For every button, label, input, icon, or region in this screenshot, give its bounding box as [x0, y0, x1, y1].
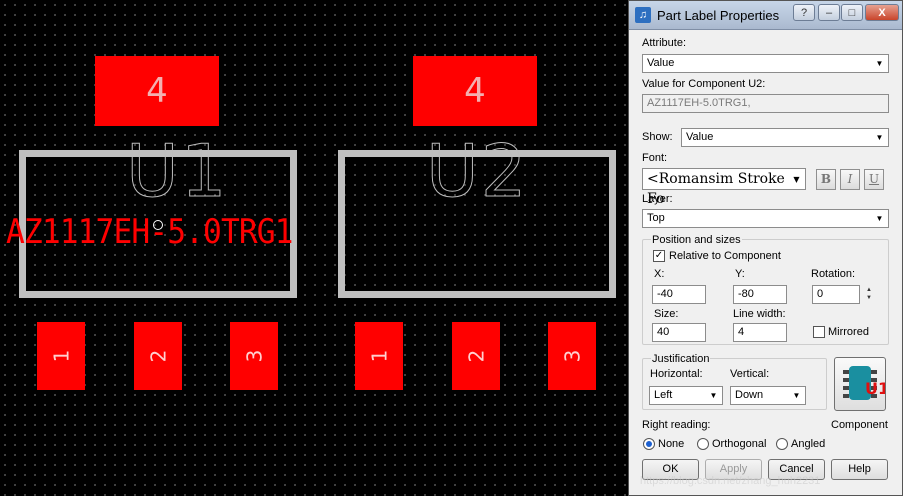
part-label-properties-dialog: ♫ Part Label Properties ? – □ X Attribut… — [628, 0, 903, 496]
dialog-title: Part Label Properties — [657, 8, 780, 23]
value-for-value: AZ1117EH-5.0TRG1, — [647, 97, 751, 109]
vertical-label: Vertical: — [730, 368, 770, 380]
value-for-field: AZ1117EH-5.0TRG1, — [642, 94, 889, 113]
help-button[interactable]: Help — [831, 459, 888, 480]
chevron-down-icon: ▼ — [875, 59, 884, 68]
horizontal-select[interactable]: Left ▼ — [649, 386, 723, 405]
relative-label: Relative to Component — [669, 250, 781, 262]
title-help-button[interactable]: ? — [793, 4, 815, 21]
linewidth-input[interactable]: 4 — [733, 323, 787, 342]
x-label: X: — [654, 268, 665, 280]
u1-pad-3[interactable]: 3 — [230, 322, 278, 390]
y-label: Y: — [735, 268, 745, 280]
watermark: https://blog.csdn.net/zhang_huh2231 — [640, 475, 821, 487]
u2-pad-1[interactable]: 1 — [355, 322, 403, 390]
size-label: Size: — [654, 308, 679, 320]
chevron-down-icon: ▼ — [792, 391, 801, 400]
attribute-label: Attribute: — [642, 37, 687, 49]
value-for-label: Value for Component U2: — [642, 78, 766, 90]
mirrored-checkbox[interactable] — [813, 326, 825, 338]
rr-none-label: None — [658, 438, 685, 450]
dialog-titlebar[interactable]: ♫ Part Label Properties ? – □ X — [629, 1, 902, 30]
chevron-down-icon: ▼ — [793, 175, 800, 184]
rr-angled-label: Angled — [791, 438, 826, 450]
u2-designator[interactable]: U2 — [426, 135, 529, 208]
component-button[interactable]: U1 — [834, 357, 889, 411]
u2-pad-4[interactable]: 4 — [413, 56, 537, 126]
x-input[interactable]: -40 — [652, 285, 706, 304]
y-input[interactable]: -80 — [733, 285, 787, 304]
layer-value: Top — [647, 212, 665, 224]
bold-button[interactable]: B — [816, 169, 836, 190]
u2-pad-4-label: 4 — [464, 71, 486, 111]
horizontal-label: Horizontal: — [650, 368, 703, 380]
rotation-input[interactable]: 0 — [812, 285, 860, 304]
position-group-label: Position and sizes — [651, 234, 742, 246]
rotation-spin-down-icon[interactable]: ▼ — [865, 295, 873, 302]
show-label: Show: — [642, 131, 673, 143]
font-label: Font: — [642, 152, 668, 164]
label-origin-marker[interactable] — [153, 220, 163, 230]
u1-pad-1[interactable]: 1 — [37, 322, 85, 390]
rotation-spin-up-icon[interactable]: ▲ — [865, 287, 873, 294]
horizontal-value: Left — [654, 389, 673, 401]
component-label: Component — [831, 419, 888, 431]
u1-pad-4[interactable]: 4 — [95, 56, 219, 126]
u2-pad-2-label: 2 — [463, 349, 488, 363]
u1-pad-2[interactable]: 2 — [134, 322, 182, 390]
italic-button[interactable]: I — [840, 169, 860, 190]
u1-designator[interactable]: U1 — [126, 135, 229, 208]
underline-button[interactable]: U — [864, 169, 884, 190]
u1-value-label[interactable]: AZ1117EH-5.0TRG1 — [6, 215, 294, 249]
u1-pad-1-label: 1 — [48, 349, 73, 363]
u2-pad-3-label: 3 — [559, 349, 584, 363]
vertical-value: Down — [735, 389, 764, 401]
rr-angled-radio[interactable] — [776, 438, 788, 450]
chevron-down-icon: ▼ — [875, 214, 884, 223]
right-reading-label: Right reading: — [642, 419, 711, 431]
chip-icon-text: U1 — [865, 379, 885, 398]
chevron-down-icon: ▼ — [709, 391, 718, 400]
relative-checkbox[interactable]: ✓ — [653, 250, 665, 262]
u2-pad-3[interactable]: 3 — [548, 322, 596, 390]
u2-pad-1-label: 1 — [366, 349, 391, 363]
app-icon: ♫ — [635, 7, 651, 23]
layer-select[interactable]: Top ▼ — [642, 209, 889, 228]
show-select[interactable]: Value ▼ — [681, 128, 889, 147]
attribute-select[interactable]: Value ▼ — [642, 54, 889, 73]
chip-icon: U1 — [843, 366, 889, 400]
size-input[interactable]: 40 — [652, 323, 706, 342]
u1-pad-3-label: 3 — [241, 349, 266, 363]
rr-orthogonal-radio[interactable] — [697, 438, 709, 450]
u2-pad-2[interactable]: 2 — [452, 322, 500, 390]
font-select[interactable]: <Romansim Stroke Fo ▼ — [642, 168, 806, 207]
layer-label: Layer: — [642, 193, 673, 205]
attribute-value: Value — [647, 57, 675, 69]
chevron-down-icon: ▼ — [875, 133, 884, 142]
show-value: Value — [686, 131, 714, 143]
rr-orthogonal-label: Orthogonal — [712, 438, 767, 450]
u1-pad-4-label: 4 — [146, 71, 168, 111]
u1-pad-2-label: 2 — [145, 349, 170, 363]
minimize-button[interactable]: – — [818, 4, 840, 21]
linewidth-label: Line width: — [733, 308, 786, 320]
pcb-canvas[interactable]: 4 U1 AZ1117EH-5.0TRG1 1 2 3 4 U2 1 2 3 — [0, 0, 628, 496]
maximize-button[interactable]: □ — [841, 4, 863, 21]
rotation-label: Rotation: — [811, 268, 856, 280]
vertical-select[interactable]: Down ▼ — [730, 386, 806, 405]
mirrored-label: Mirrored — [828, 326, 869, 338]
justification-group-label: Justification — [651, 353, 711, 365]
rr-none-radio[interactable] — [643, 438, 655, 450]
close-button[interactable]: X — [865, 4, 899, 21]
